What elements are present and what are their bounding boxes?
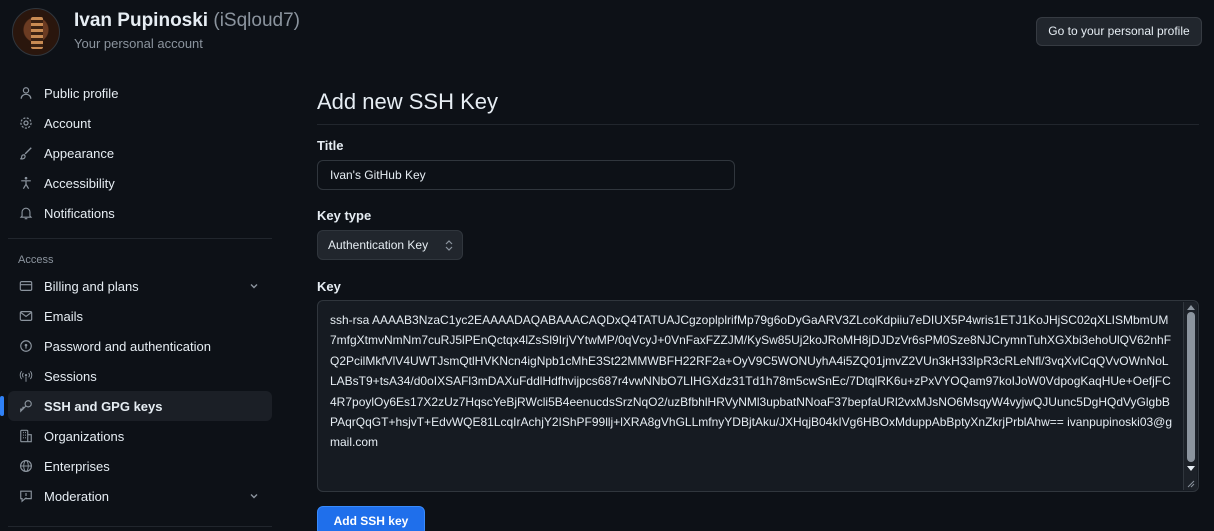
sidebar-item-label: SSH and GPG keys <box>44 398 163 414</box>
report-icon <box>18 489 34 503</box>
sidebar-item-label: Enterprises <box>44 458 110 474</box>
key-type-select[interactable]: Authentication Key <box>317 230 463 260</box>
account-name: Ivan Pupinoski (iSqloud7) <box>74 10 300 32</box>
sidebar-item-label: Public profile <box>44 85 119 101</box>
accessibility-icon <box>18 176 34 190</box>
key-scrollbar[interactable] <box>1183 302 1197 490</box>
title-divider <box>317 124 1199 125</box>
account-subtitle: Your personal account <box>74 36 203 51</box>
sidebar-item-label: Accessibility <box>44 175 115 191</box>
sidebar-item-label: Emails <box>44 308 84 324</box>
sidebar-heading-access: Access <box>18 254 54 266</box>
bell-icon <box>18 206 34 220</box>
resize-grip-icon[interactable] <box>1186 479 1195 488</box>
paintbrush-icon <box>18 146 34 160</box>
sidebar-item-moderation[interactable]: Moderation <box>8 481 272 511</box>
sidebar-item-label: Moderation <box>44 488 110 504</box>
sidebar-item-label: Organizations <box>44 428 125 444</box>
sidebar-item-accessibility[interactable]: Accessibility <box>8 168 272 198</box>
settings-page: Ivan Pupinoski (iSqloud7) Your personal … <box>0 0 1214 531</box>
chevron-down-icon[interactable] <box>248 490 260 502</box>
sidebar-item-public-profile[interactable]: Public profile <box>8 78 272 108</box>
sidebar-item-notifications[interactable]: Notifications <box>8 198 272 228</box>
key-textarea[interactable]: ssh-rsa AAAAB3NzaC1yc2EAAAADAQABAAACAQDx… <box>317 300 1199 492</box>
go-to-profile-button[interactable]: Go to your personal profile <box>1036 17 1202 46</box>
key-text: ssh-rsa AAAAB3NzaC1yc2EAAAADAQABAAACAQDx… <box>330 313 1173 450</box>
mail-icon <box>18 309 34 323</box>
sidebar-item-label: Password and authentication <box>44 338 211 354</box>
ssh-key-form: Add new SSH Key Title Ivan's GitHub Key … <box>317 78 1199 531</box>
broadcast-icon <box>18 369 34 383</box>
sidebar-item-label: Billing and plans <box>44 278 139 294</box>
settings-sidebar: Public profile Account Appearance Access… <box>0 78 272 511</box>
select-arrows-icon <box>445 240 453 251</box>
sidebar-divider <box>8 526 272 527</box>
sidebar-item-emails[interactable]: Emails <box>8 301 272 331</box>
sidebar-item-label: Account <box>44 115 91 131</box>
sidebar-item-label: Notifications <box>44 205 115 221</box>
person-icon <box>18 86 34 100</box>
sidebar-item-enterprises[interactable]: Enterprises <box>8 451 272 481</box>
page-title: Add new SSH Key <box>317 89 498 114</box>
avatar[interactable] <box>12 8 60 56</box>
key-type-value: Authentication Key <box>328 238 429 252</box>
sidebar-item-billing[interactable]: Billing and plans <box>8 271 272 301</box>
chevron-down-icon[interactable] <box>248 280 260 292</box>
sidebar-item-label: Appearance <box>44 145 115 161</box>
title-label: Title <box>317 138 344 153</box>
shield-lock-icon <box>18 339 34 353</box>
sidebar-item-organizations[interactable]: Organizations <box>8 421 272 451</box>
sidebar-item-sessions[interactable]: Sessions <box>8 361 272 391</box>
sidebar-item-password-authentication[interactable]: Password and authentication <box>8 331 272 361</box>
scroll-thumb[interactable] <box>1187 312 1195 462</box>
key-label: Key <box>317 279 341 294</box>
sidebar-item-ssh-gpg-keys[interactable]: SSH and GPG keys <box>0 391 272 421</box>
sidebar-item-label: Sessions <box>44 368 97 384</box>
gear-icon <box>18 116 34 130</box>
user-name[interactable]: Ivan Pupinoski <box>74 10 208 31</box>
globe-icon <box>18 459 34 473</box>
key-icon <box>18 399 34 413</box>
credit-card-icon <box>18 279 34 293</box>
add-ssh-key-button[interactable]: Add SSH key <box>317 506 425 531</box>
organization-icon <box>18 429 34 443</box>
key-type-label: Key type <box>317 208 372 223</box>
title-input[interactable]: Ivan's GitHub Key <box>317 160 735 190</box>
scroll-up-icon[interactable] <box>1187 304 1195 310</box>
sidebar-divider <box>8 238 272 239</box>
sidebar-item-appearance[interactable]: Appearance <box>8 138 272 168</box>
user-handle: (iSqloud7) <box>213 10 300 31</box>
scroll-down-icon[interactable] <box>1187 466 1195 472</box>
sidebar-item-account[interactable]: Account <box>8 108 272 138</box>
settings-header: Ivan Pupinoski (iSqloud7) Your personal … <box>0 0 1214 62</box>
